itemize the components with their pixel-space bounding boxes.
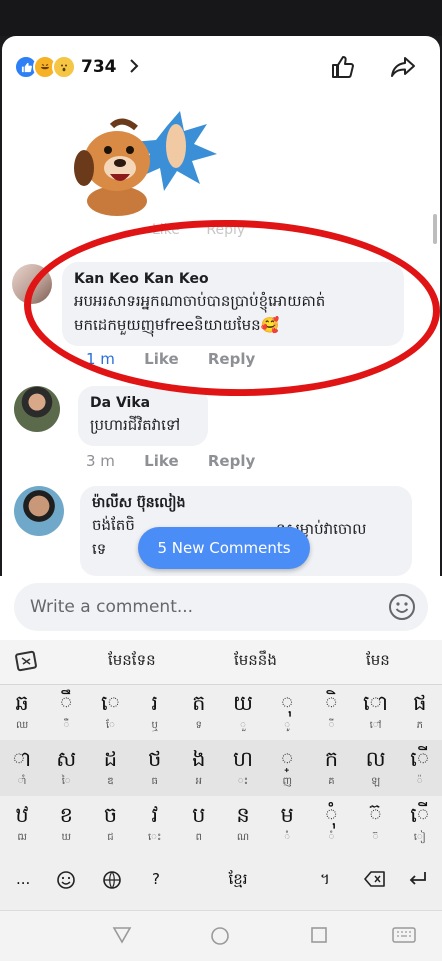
khmer-period-key[interactable]: ។ bbox=[320, 870, 330, 892]
key[interactable]: លឡ bbox=[354, 740, 398, 796]
avatar[interactable] bbox=[14, 486, 64, 536]
key[interactable]: េែ bbox=[88, 684, 132, 740]
more-symbols-key[interactable]: ... bbox=[16, 870, 30, 888]
key[interactable]: មំ bbox=[265, 796, 309, 852]
key[interactable]: ផភ bbox=[398, 684, 442, 740]
like-link[interactable]: Like bbox=[144, 452, 178, 470]
comment-composer: Write a comment... bbox=[0, 576, 442, 640]
keyboard-menu-icon[interactable] bbox=[14, 650, 40, 674]
back-triangle-icon[interactable] bbox=[112, 926, 132, 948]
comment-input-placeholder: Write a comment... bbox=[30, 597, 194, 617]
comments-sheet: 734 Like Reply Kan Keo Kan Keo អបអរសាទរអ… bbox=[2, 36, 440, 576]
smiley-icon[interactable] bbox=[388, 593, 416, 621]
enter-icon[interactable] bbox=[408, 870, 428, 892]
status-bar bbox=[0, 0, 442, 36]
key[interactable]: ើៀ bbox=[398, 796, 442, 852]
share-icon[interactable] bbox=[388, 52, 418, 82]
reply-link[interactable]: Reply bbox=[208, 452, 255, 470]
key[interactable]: ចជ bbox=[88, 796, 132, 852]
key-row-2: ាាំ សៃ ដឌ ថធ ងអ ហះ ្ញ កគ លឡ ើ៉ bbox=[0, 740, 442, 796]
reactions-header: 734 bbox=[2, 36, 440, 98]
key-row-bottom: ... ? ខ្មែរ ។ bbox=[0, 854, 442, 910]
comment-time: 3 m bbox=[86, 452, 115, 470]
ghost-like-link[interactable]: Like bbox=[152, 222, 180, 238]
key[interactable]: ថធ bbox=[133, 740, 177, 796]
comment-bubble: Da Vika ប្រហារជីវិតវាទៅ bbox=[78, 386, 208, 446]
key[interactable]: កគ bbox=[309, 740, 353, 796]
like-button-icon[interactable] bbox=[328, 52, 358, 82]
reactions-summary[interactable]: 734 bbox=[14, 55, 139, 79]
key-row-1: ឆឈ ឹឺ េែ រឬ តទ យួ ុូ ិី ោៅ ផភ bbox=[0, 684, 442, 740]
comment-text-line: អបអរសាទរអ្នកណាចាប់បានប្រាប់ខ្ញុំអោយគាត់ bbox=[74, 292, 326, 310]
wow-reaction-icon bbox=[52, 55, 76, 79]
system-nav-bar bbox=[0, 910, 442, 961]
key[interactable]: ុូ bbox=[265, 684, 309, 740]
key[interactable]: ិី bbox=[309, 684, 353, 740]
suggestion-bar: មែនទែន មែននឹង មែន bbox=[0, 640, 442, 685]
key[interactable]: ឹឺ bbox=[44, 684, 88, 740]
key[interactable]: ងអ bbox=[177, 740, 221, 796]
comment-meta: 1 m Like Reply bbox=[86, 350, 279, 368]
comment-item: Kan Keo Kan Keo អបអរសាទរអ្នកណាចាប់បានប្រ… bbox=[12, 262, 404, 346]
suggestion-item[interactable]: មែនទែន bbox=[108, 651, 156, 673]
space-key[interactable]: ខ្មែរ bbox=[208, 870, 268, 892]
emoji-icon[interactable] bbox=[56, 870, 76, 894]
comment-input[interactable]: Write a comment... bbox=[14, 583, 428, 631]
key[interactable]: ុំំ bbox=[309, 796, 353, 852]
dog-sticker-image bbox=[72, 106, 222, 216]
reply-link[interactable]: Reply bbox=[208, 350, 255, 368]
home-circle-icon[interactable] bbox=[210, 926, 230, 950]
key[interactable]: ដឌ bbox=[88, 740, 132, 796]
commenter-name[interactable]: Kan Keo Kan Keo bbox=[74, 269, 392, 289]
comment-item: Da Vika ប្រហារជីវិតវាទៅ bbox=[14, 386, 208, 446]
khmer-keyboard: មែនទែន មែននឹង មែន ឆឈ ឹឺ េែ រឬ តទ យួ ុូ ិ… bbox=[0, 640, 442, 910]
backspace-icon[interactable] bbox=[364, 870, 386, 892]
key-row-3: ឋឍ ខឃ ចជ វេះ បព នណ មំ ុំំ ៊៊ ើៀ bbox=[0, 796, 442, 852]
chevron-right-icon[interactable] bbox=[129, 55, 139, 79]
recents-square-icon[interactable] bbox=[310, 926, 328, 948]
comment-meta: 3 m Like Reply bbox=[86, 452, 279, 470]
new-comments-button[interactable]: 5 New Comments bbox=[138, 527, 310, 569]
key[interactable]: ឆឈ bbox=[0, 684, 44, 740]
like-link[interactable]: Like bbox=[144, 350, 178, 368]
comment-bubble: Kan Keo Kan Keo អបអរសាទរអ្នកណាចាប់បានប្រ… bbox=[62, 262, 404, 346]
keyboard-hide-icon[interactable] bbox=[392, 926, 416, 948]
key[interactable]: ោៅ bbox=[354, 684, 398, 740]
suggestion-item[interactable]: មែននឹង bbox=[234, 651, 277, 673]
scrollbar[interactable] bbox=[433, 214, 437, 244]
suggestion-item[interactable]: មែន bbox=[366, 651, 390, 673]
key[interactable]: ហះ bbox=[221, 740, 265, 796]
key[interactable]: ឋឍ bbox=[0, 796, 44, 852]
key[interactable]: ខឃ bbox=[44, 796, 88, 852]
globe-icon[interactable] bbox=[102, 870, 122, 894]
key[interactable]: សៃ bbox=[44, 740, 88, 796]
key[interactable]: ើ៉ bbox=[398, 740, 442, 796]
key[interactable]: នណ bbox=[221, 796, 265, 852]
key[interactable]: ាាំ bbox=[0, 740, 44, 796]
avatar[interactable] bbox=[14, 386, 60, 432]
key[interactable]: តទ bbox=[177, 684, 221, 740]
reaction-count: 734 bbox=[81, 57, 117, 77]
commenter-name[interactable]: Da Vika bbox=[90, 393, 196, 413]
question-key[interactable]: ? bbox=[152, 870, 160, 888]
key[interactable]: បព bbox=[177, 796, 221, 852]
key[interactable]: រឬ bbox=[133, 684, 177, 740]
key[interactable]: ្ញ bbox=[265, 740, 309, 796]
key[interactable]: យួ bbox=[221, 684, 265, 740]
comment-text-line: មកដេកមួយញុមfreeនិយាយមែន🥰 bbox=[74, 316, 280, 334]
key[interactable]: ៊៊ bbox=[354, 796, 398, 852]
previous-comment-actions: Like Reply bbox=[152, 222, 267, 238]
comment-text-line: ប្រហារជីវិតវាទៅ bbox=[90, 416, 181, 434]
comment-time: 1 m bbox=[86, 350, 115, 368]
avatar[interactable] bbox=[12, 264, 52, 304]
commenter-name[interactable]: ម៉ាលីស ប៊ុនលៀង bbox=[92, 493, 400, 513]
ghost-reply-link[interactable]: Reply bbox=[206, 222, 245, 238]
key[interactable]: វេះ bbox=[133, 796, 177, 852]
